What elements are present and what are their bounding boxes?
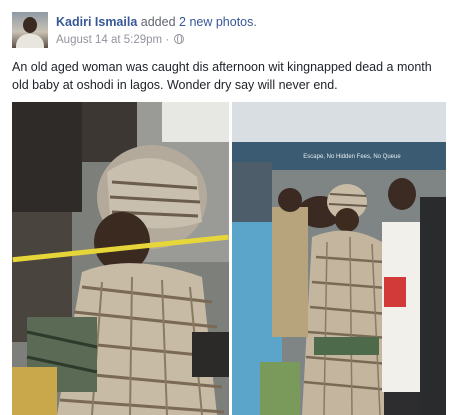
banner-text: Escape, No Hidden Fees, No Queue — [303, 154, 401, 160]
globe-icon[interactable] — [174, 34, 185, 44]
action-prefix: added — [137, 15, 180, 29]
photo-right-image: Escape, No Hidden Fees, No Queue — [232, 102, 446, 415]
post-caption: An old aged woman was caught dis afterno… — [12, 60, 432, 92]
avatar-head — [23, 17, 37, 33]
photo-left[interactable] — [12, 102, 229, 415]
new-photos-link[interactable]: 2 new photos — [179, 15, 253, 29]
photo-left-image — [12, 102, 229, 415]
author-avatar[interactable] — [12, 12, 48, 48]
post-meta: August 14 at 5:29pm · — [56, 33, 185, 47]
action-suffix: . — [253, 15, 257, 29]
post-action-text: added 2 new photos. — [137, 15, 257, 29]
avatar-body — [16, 34, 44, 48]
feed-post: Kadiri Ismaila added 2 new photos. Augus… — [0, 0, 450, 415]
post-timestamp-link[interactable]: August 14 at 5:29pm — [56, 34, 162, 46]
post-header: Kadiri Ismaila added 2 new photos. — [56, 14, 257, 30]
meta-separator: · — [162, 34, 173, 46]
author-name-link[interactable]: Kadiri Ismaila — [56, 15, 137, 29]
photo-right[interactable]: Escape, No Hidden Fees, No Queue — [232, 102, 446, 415]
